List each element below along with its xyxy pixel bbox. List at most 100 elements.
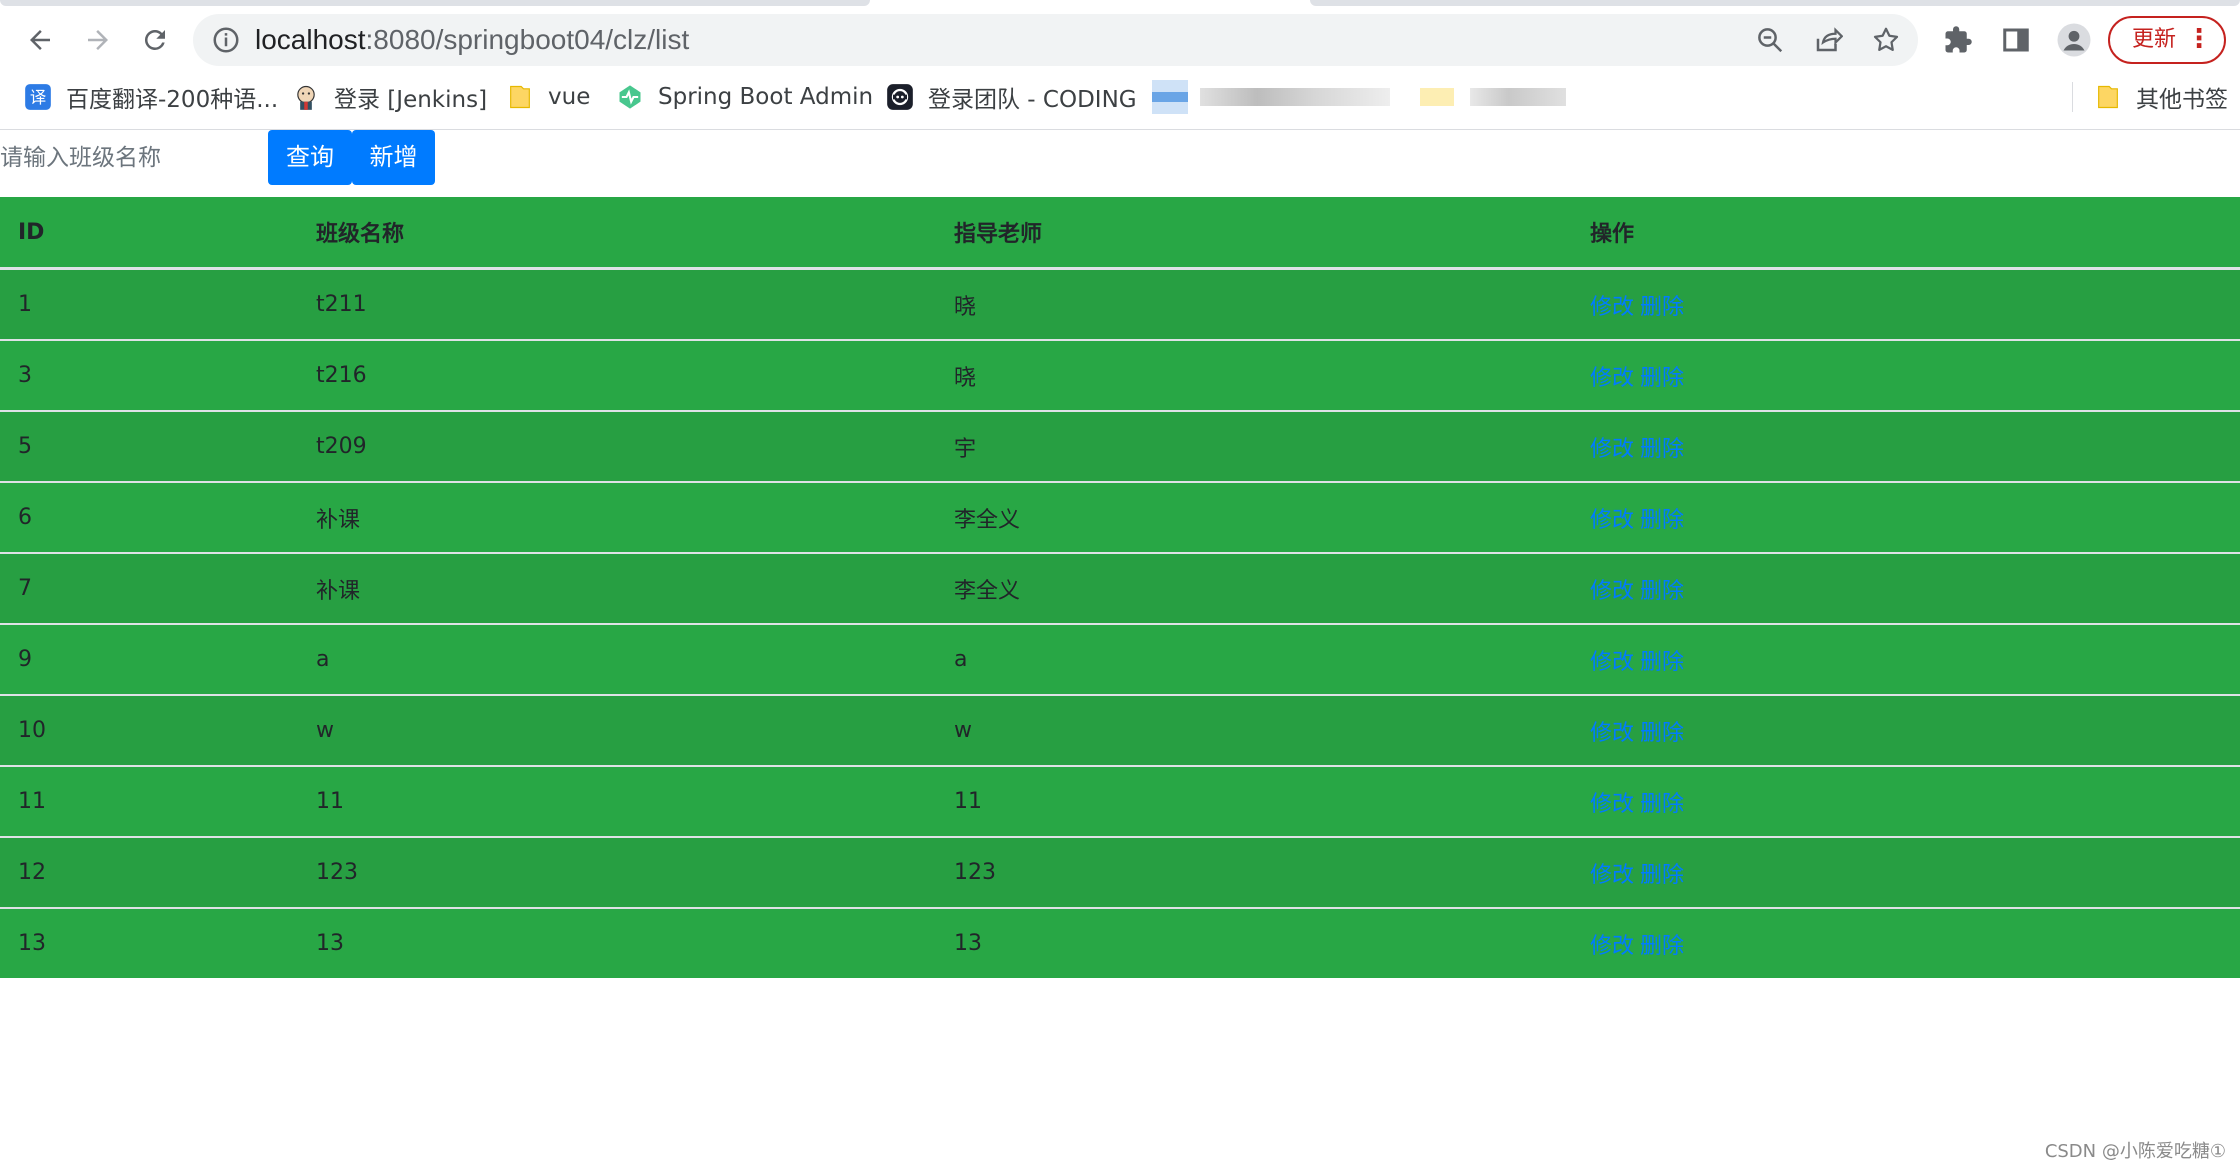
edit-link[interactable]: 修改 (1590, 934, 1634, 959)
cell-actions: 修改 删除 (1572, 552, 2240, 624)
bookmark-other[interactable]: 其他书签 (2094, 76, 2228, 118)
bookmark-spring-boot-admin[interactable]: Spring Boot Admin (616, 76, 873, 118)
delete-link[interactable]: 删除 (1640, 863, 1684, 888)
bookmark-label: Spring Boot Admin (658, 84, 874, 110)
cell-class-name: t211 (298, 267, 936, 340)
edit-link[interactable]: 修改 (1590, 295, 1634, 320)
table-row: 12 123 123 修改 删除 (0, 836, 2240, 908)
bookmark-label: 百度翻译-200种语... (66, 87, 279, 113)
side-panel-icon (2003, 28, 2029, 52)
table-row: 5 t209 宇修改 删除 (0, 410, 2240, 482)
delete-link[interactable]: 删除 (1640, 721, 1684, 746)
add-button[interactable]: 新增 (352, 130, 435, 185)
delete-link[interactable]: 删除 (1640, 508, 1684, 533)
star-icon[interactable] (1871, 25, 1901, 55)
cell-actions: 修改 删除 (1572, 339, 2240, 411)
puzzle-icon (1945, 26, 1972, 53)
info-icon[interactable] (211, 25, 241, 55)
address-bar[interactable]: localhost:8080/springboot04/clz/list (193, 14, 1918, 66)
delete-link[interactable]: 删除 (1640, 792, 1684, 817)
edit-link[interactable]: 修改 (1590, 650, 1634, 675)
table-row: 3 t216 晓修改 删除 (0, 339, 2240, 411)
side-panel-button[interactable] (1998, 22, 2034, 58)
edit-link[interactable]: 修改 (1590, 366, 1634, 391)
folder-icon (506, 83, 534, 111)
table-row: 10 w w 修改 删除 (0, 694, 2240, 766)
cell-id: 5 (0, 410, 298, 482)
delete-link[interactable]: 删除 (1640, 295, 1684, 320)
cell-actions: 修改 删除 (1572, 907, 2240, 978)
edit-link[interactable]: 修改 (1590, 508, 1634, 533)
blurred-bookmark (1200, 88, 1390, 106)
avatar-icon (2057, 23, 2091, 57)
navigation-bar: localhost:8080/springboot04/clz/list 更新 … (0, 8, 2240, 70)
cell-class-name: t209 (298, 410, 936, 482)
query-button[interactable]: 查询 (268, 130, 352, 185)
cell-class-name: 11 (298, 765, 936, 837)
cell-actions: 修改 删除 (1572, 481, 2240, 553)
forward-button[interactable] (78, 20, 118, 60)
reload-icon (144, 29, 165, 50)
zoom-icon[interactable] (1755, 25, 1785, 55)
table-header-row: ID 班级名称 指导老师 操作 (0, 197, 2240, 270)
cell-class-name: 123 (298, 836, 936, 908)
cell-teacher: 李全义 (936, 552, 1572, 624)
delete-link[interactable]: 删除 (1640, 366, 1684, 391)
table-row: 11 11 11 修改 删除 (0, 765, 2240, 837)
delete-link[interactable]: 删除 (1640, 579, 1684, 604)
edit-link[interactable]: 修改 (1590, 579, 1634, 604)
cell-teacher: 宇 (936, 410, 1572, 482)
bookmark-label: 其他书签 (2136, 87, 2228, 113)
cell-actions: 修改 删除 (1572, 267, 2240, 340)
cell-id: 13 (0, 907, 298, 978)
cell-actions: 修改 删除 (1572, 765, 2240, 837)
cell-teacher: 11 (936, 765, 1572, 837)
edit-link[interactable]: 修改 (1590, 721, 1634, 746)
table-row: 13 13 13 修改 删除 (0, 907, 2240, 978)
bookmark-folder-vue[interactable]: vue (506, 76, 590, 118)
profile-button[interactable] (2056, 22, 2092, 58)
bookmark-baidu-translate[interactable]: 译 百度翻译-200种语... (24, 76, 278, 118)
header-actions: 操作 (1572, 197, 2240, 270)
edit-link[interactable]: 修改 (1590, 863, 1634, 888)
update-button[interactable]: 更新 ⋮ (2108, 16, 2226, 64)
cell-class-name: t216 (298, 339, 936, 411)
arrow-right-icon (88, 30, 108, 50)
cell-id: 11 (0, 765, 298, 837)
bookmark-coding[interactable]: 登录团队 - CODING (886, 76, 1137, 118)
cell-teacher: 晓 (936, 267, 1572, 340)
extensions-button[interactable] (1940, 22, 1976, 58)
cell-id: 7 (0, 552, 298, 624)
back-button[interactable] (20, 20, 60, 60)
cell-teacher: 晓 (936, 339, 1572, 411)
table-row: 6 补课 李全义 修改 删除 (0, 481, 2240, 553)
delete-link[interactable]: 删除 (1640, 437, 1684, 462)
cell-teacher: 13 (936, 907, 1572, 978)
edit-link[interactable]: 修改 (1590, 792, 1634, 817)
delete-link[interactable]: 删除 (1640, 934, 1684, 959)
svg-text:译: 译 (30, 88, 46, 107)
bookmarks-separator (2072, 82, 2073, 112)
class-name-search-input[interactable] (0, 130, 262, 186)
jenkins-icon (292, 83, 320, 111)
cell-id: 3 (0, 339, 298, 411)
url-text[interactable]: localhost:8080/springboot04/clz/list (255, 14, 689, 66)
delete-link[interactable]: 删除 (1640, 650, 1684, 675)
bookmark-label: vue (548, 84, 591, 110)
cell-teacher: 李全义 (936, 481, 1572, 553)
bookmark-label: 登录 [Jenkins] (334, 87, 488, 113)
reload-button[interactable] (135, 20, 175, 60)
folder-icon (2094, 83, 2122, 111)
more-menu-icon[interactable]: ⋮ (2186, 18, 2212, 60)
share-icon[interactable] (1813, 25, 1843, 55)
bookmark-label: 登录团队 - CODING (928, 87, 1137, 113)
bookmark-jenkins[interactable]: 登录 [Jenkins] (292, 76, 487, 118)
cell-class-name: a (298, 623, 936, 695)
translate-icon: 译 (24, 83, 52, 111)
bookmarks-bar: 译 百度翻译-200种语... 登录 [Jenkins] vue Spring … (0, 76, 2240, 118)
cell-id: 1 (0, 267, 298, 340)
edit-link[interactable]: 修改 (1590, 437, 1634, 462)
update-label: 更新 (2132, 27, 2177, 52)
cell-teacher: 123 (936, 836, 1572, 908)
cell-actions: 修改 删除 (1572, 410, 2240, 482)
